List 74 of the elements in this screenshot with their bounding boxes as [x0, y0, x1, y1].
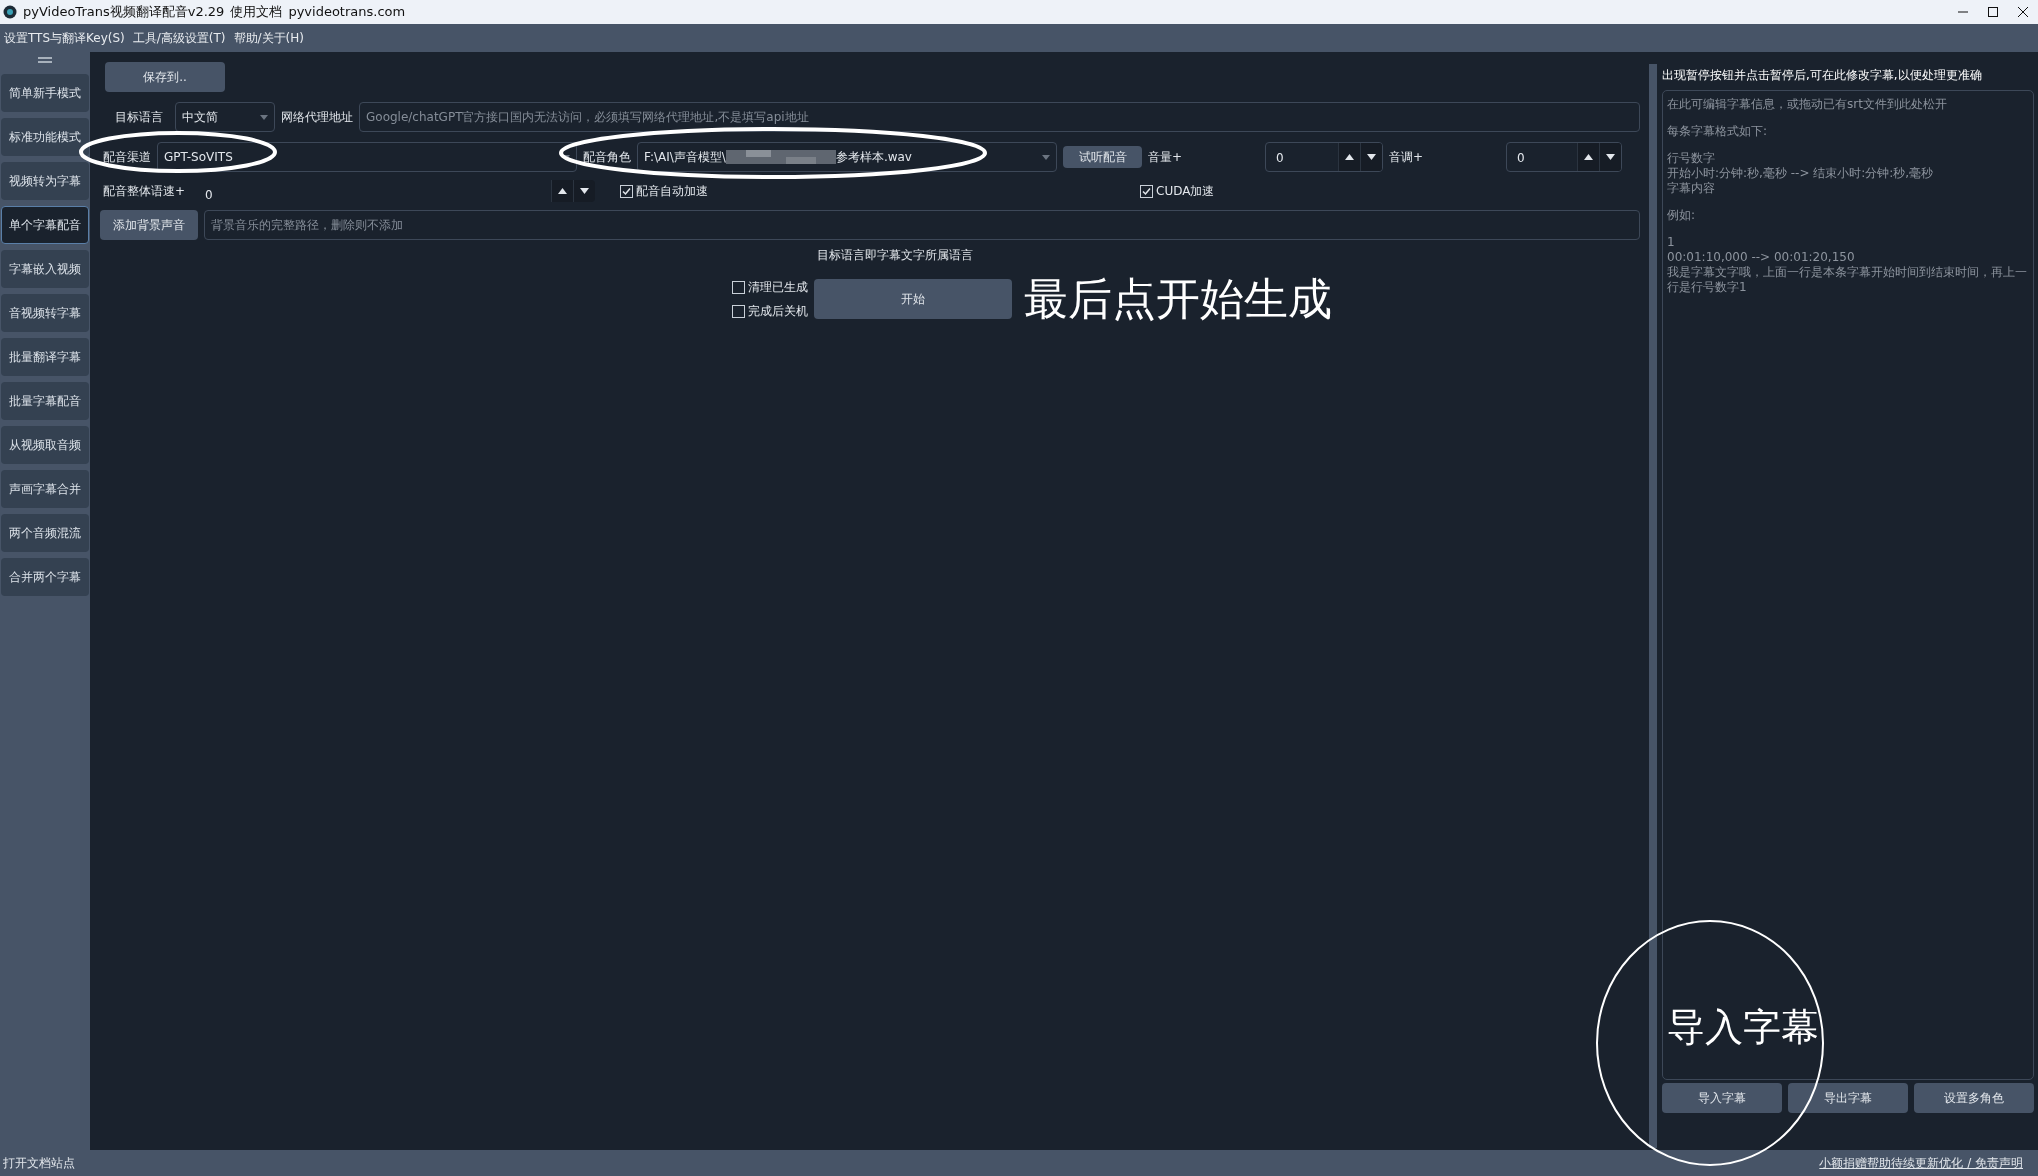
app-icon: [3, 5, 17, 19]
placeholder-text: 开始小时:分钟:秒,毫秒 --> 结束小时:分钟:秒,毫秒: [1667, 166, 1935, 181]
down-arrow-icon[interactable]: [580, 188, 589, 194]
maximize-icon[interactable]: [1987, 6, 1999, 18]
status-link[interactable]: 打开文档站点: [3, 1154, 75, 1172]
sidebar-item[interactable]: 简单新手模式: [1, 74, 89, 112]
sidebar-item[interactable]: 批量字幕配音: [1, 382, 89, 420]
subtitle-editor[interactable]: 在此可编辑字幕信息，或拖动已有srt文件到此处松开 每条字幕格式如下: 行号数字 开始小时:分钟:秒,毫秒 --> 结束小时:分钟:秒,毫秒 字幕内容 例如: 1 00:01:10,000 --> 00:01:20,150 我是字幕文字哦，上面一行是本条字幕开始时间到结束时间，再上一行是行号数字1 导入字幕: [1662, 90, 2034, 1080]
panel-title: 出现暂停按钮并点击暂停后,可在此修改字幕,以便处理更准确: [1662, 67, 1983, 84]
down-arrow-icon[interactable]: [1367, 154, 1376, 160]
field-label: 网络代理地址: [281, 109, 353, 126]
sidebar-item[interactable]: 合并两个字幕: [1, 558, 89, 596]
site-link[interactable]: pyvideotrans.com: [288, 2, 406, 22]
up-arrow-icon[interactable]: [558, 188, 567, 194]
volume-spinbox[interactable]: 0: [1265, 142, 1383, 172]
subtitle-button[interactable]: 导入字幕: [1662, 1083, 1782, 1113]
placeholder-text: 例如:: [1667, 208, 1697, 223]
placeholder-text: 我是字幕文字哦，上面一行是本条字幕开始时间到结束时间，再上一行是行号数字1: [1667, 265, 2028, 295]
subtitle-button[interactable]: 设置多角色: [1914, 1083, 2034, 1113]
sidebar-item[interactable]: 标准功能模式: [1, 118, 89, 156]
preview-button[interactable]: 试听配音: [1063, 146, 1142, 168]
pitch-spinbox[interactable]: 0: [1506, 142, 1622, 172]
unchecked-icon[interactable]: [732, 304, 745, 318]
placeholder-text: 在此可编辑字幕信息，或拖动已有srt文件到此处松开: [1667, 97, 1948, 112]
placeholder-text: 00:01:10,000 --> 00:01:20,150: [1667, 250, 1856, 265]
docs-link[interactable]: 使用文档: [230, 2, 283, 22]
annotation-text: 导入字幕: [1667, 1004, 1819, 1051]
checkbox[interactable]: 配音自动加速: [620, 182, 708, 200]
checkbox[interactable]: 清理已生成: [732, 278, 808, 296]
speed-spinbox[interactable]: 0: [195, 180, 595, 202]
checkbox[interactable]: 完成后关机: [732, 302, 808, 320]
checkbox[interactable]: CUDA加速: [1140, 182, 1215, 200]
sidebar-item[interactable]: 批量翻译字幕: [1, 338, 89, 376]
unchecked-icon[interactable]: [732, 280, 745, 294]
field-label: 配音渠道: [103, 149, 151, 166]
menu-item[interactable]: 帮助/关于(H): [229, 29, 308, 47]
window-title: pyVideoTrans视频翻译配音v2.29: [23, 3, 225, 22]
up-arrow-icon[interactable]: [1584, 154, 1593, 160]
checked-icon[interactable]: [620, 184, 633, 198]
close-icon[interactable]: [2017, 6, 2029, 18]
role-select[interactable]: F:\AI\声音模型\ 参考样本.wav: [637, 142, 1057, 172]
placeholder-text: 1: [1667, 235, 1676, 250]
proxy-field[interactable]: Google/chatGPT官方接口国内无法访问，必须填写网络代理地址,不是填写api地址: [359, 102, 1640, 132]
menu-item[interactable]: 工具/高级设置(T): [128, 29, 230, 47]
language-select[interactable]: 中文简: [175, 102, 275, 132]
field-label: 音调+: [1389, 149, 1425, 166]
status-link[interactable]: 小额捐赠帮助待续更新优化 / 免责声明: [1819, 1154, 2023, 1172]
down-arrow-icon[interactable]: [1606, 154, 1615, 160]
handle-icon[interactable]: [38, 56, 52, 64]
field-label: 音量+: [1148, 149, 1184, 166]
up-arrow-icon[interactable]: [1345, 154, 1354, 160]
field-label: 目标语言: [115, 109, 164, 126]
menu-item[interactable]: 设置TTS与翻译Key(S): [0, 29, 129, 47]
field-label: 配音角色: [583, 149, 631, 166]
background-path-field[interactable]: 背景音乐的完整路径，删除则不添加: [204, 210, 1640, 240]
subtitle-button[interactable]: 导出字幕: [1788, 1083, 1908, 1113]
field-label: 配音整体语速+: [103, 183, 187, 200]
sidebar-item[interactable]: 从视频取音频: [1, 426, 89, 464]
checked-icon[interactable]: [1140, 184, 1153, 198]
sidebar-item[interactable]: 声画字幕合并: [1, 470, 89, 508]
annotation-text: 最后点开始生成: [1024, 272, 1332, 326]
splitter-handle[interactable]: [1649, 64, 1657, 1148]
hint-text: 目标语言即字幕文字所属语言: [817, 247, 973, 264]
sidebar-item[interactable]: 单个字幕配音: [1, 206, 89, 244]
sidebar-item[interactable]: 视频转为字幕: [1, 162, 89, 200]
sidebar-item[interactable]: 字幕嵌入视频: [1, 250, 89, 288]
sidebar-item[interactable]: 两个音频混流: [1, 514, 89, 552]
placeholder-text: 行号数字: [1667, 151, 1716, 166]
start-button[interactable]: 开始: [814, 279, 1012, 319]
sidebar-item[interactable]: 音视频转字幕: [1, 294, 89, 332]
add-background-button[interactable]: 添加背景声音: [100, 210, 198, 240]
placeholder-text: 每条字幕格式如下:: [1667, 124, 1769, 139]
placeholder-text: 字幕内容: [1667, 181, 1716, 196]
save-button[interactable]: 保存到..: [105, 62, 225, 92]
